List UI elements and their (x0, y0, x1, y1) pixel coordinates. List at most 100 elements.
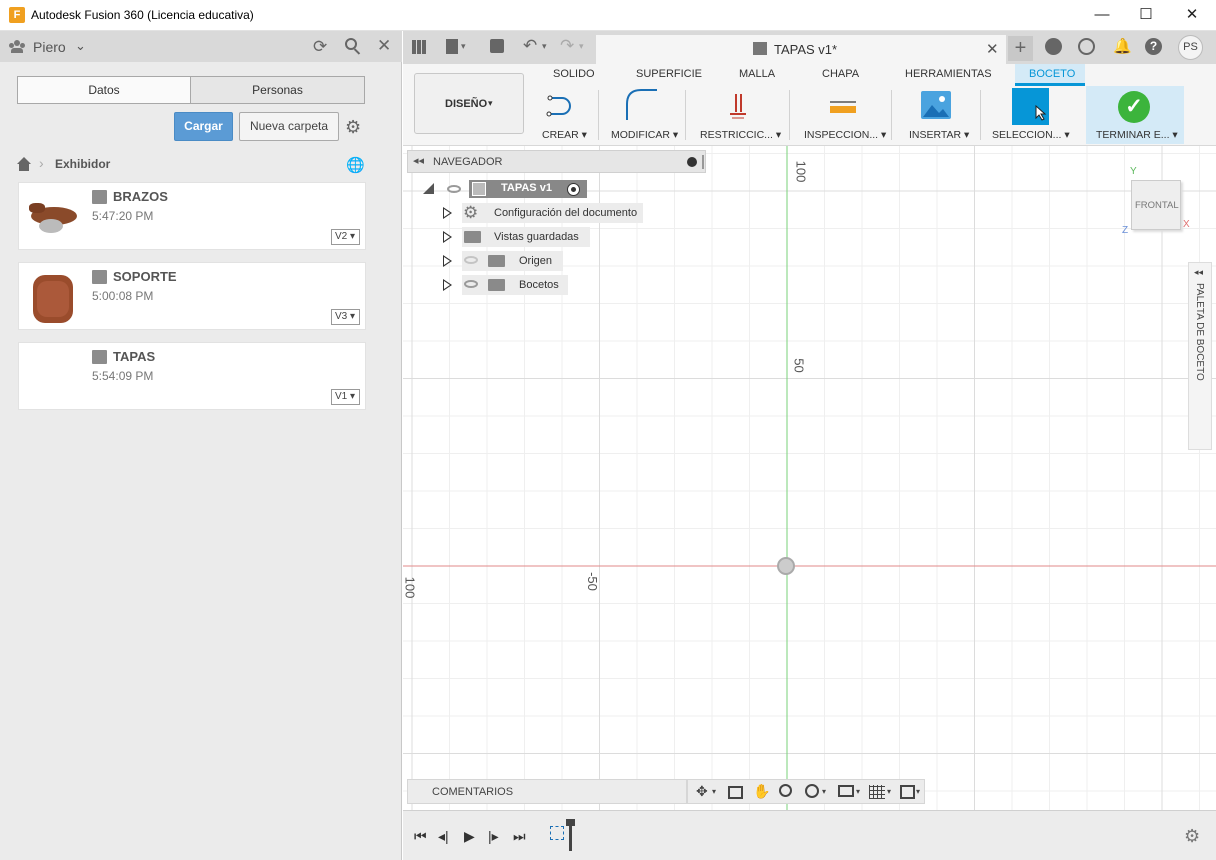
close-tab-icon[interactable]: ✕ (986, 40, 999, 58)
ribbon-tab-boceto[interactable]: BOCETO (1015, 64, 1085, 86)
ribbon-tab-malla[interactable]: MALLA (739, 68, 775, 80)
expand-triangle-icon[interactable] (443, 207, 452, 219)
chevron-down-icon[interactable]: ▾ (579, 41, 584, 52)
activate-component-icon[interactable] (567, 183, 580, 196)
new-folder-button[interactable]: Nueva carpeta (239, 112, 339, 141)
group-inspect[interactable]: INSPECCION... ▾ (804, 129, 886, 141)
ribbon-tab-solido[interactable]: SOLIDO (553, 68, 595, 80)
pan-hand-icon[interactable]: ✋ (753, 783, 770, 800)
job-status-clock-icon[interactable] (1078, 38, 1095, 55)
grid-snap-icon[interactable] (869, 785, 885, 799)
insert-image-icon[interactable] (921, 91, 951, 119)
navigator-minimize-icon[interactable] (687, 157, 697, 167)
ribbon-tab-herramientas[interactable]: HERRAMIENTAS (905, 68, 992, 80)
file-version-dropdown[interactable]: V2 ▾ (331, 229, 360, 245)
collapse-triangle-icon[interactable] (423, 183, 434, 194)
sketch-palette-collapsed[interactable]: ◂◂ PALETA DE BOCETO (1188, 262, 1212, 450)
maximize-button[interactable]: ☐ (1126, 4, 1166, 26)
design-canvas[interactable]: 100 50 -50 100 ◂◂ NAVEGADOR TAPAS v1 ⚙ C… (403, 146, 1216, 810)
undo-icon[interactable]: ↶ (523, 36, 537, 56)
navigator-header[interactable]: ◂◂ NAVEGADOR (407, 150, 706, 173)
extensions-icon[interactable] (1045, 38, 1062, 55)
chevron-down-icon[interactable]: ▾ (916, 787, 920, 796)
chevron-down-icon[interactable]: ▾ (822, 787, 826, 796)
breadcrumb-folder[interactable]: Exhibidor (55, 157, 110, 171)
file-version-dropdown[interactable]: V1 ▾ (331, 389, 360, 405)
new-tab-plus-icon[interactable]: + (1008, 36, 1033, 61)
timeline-settings-gear-icon[interactable]: ⚙ (1184, 826, 1200, 847)
viewports-icon[interactable] (900, 785, 915, 799)
display-settings-icon[interactable] (838, 785, 854, 797)
expand-palette-icon[interactable]: ◂◂ (1194, 267, 1203, 278)
look-at-icon[interactable] (728, 786, 743, 799)
chevron-down-icon[interactable]: ▾ (461, 41, 466, 52)
comments-panel[interactable]: COMENTARIOS (407, 779, 687, 804)
globe-icon[interactable]: 🌐 (346, 156, 365, 174)
create-line-icon[interactable] (546, 94, 578, 118)
team-user-name[interactable]: Piero (33, 39, 66, 55)
chevron-down-icon[interactable]: ▾ (887, 787, 891, 796)
chevron-down-icon[interactable]: ⌄ (75, 38, 86, 54)
ribbon-tab-chapa[interactable]: CHAPA (822, 68, 859, 80)
chevron-down-icon[interactable]: ▾ (712, 787, 716, 796)
tab-personas[interactable]: Personas (190, 76, 365, 104)
sketch-origin-point[interactable] (777, 557, 795, 575)
team-icon[interactable] (9, 40, 25, 53)
search-icon[interactable] (345, 38, 362, 55)
expand-triangle-icon[interactable] (443, 231, 452, 243)
apps-grid-icon[interactable] (412, 40, 426, 54)
visibility-eye-icon[interactable] (464, 280, 478, 288)
expand-triangle-icon[interactable] (443, 279, 452, 291)
step-forward-icon[interactable]: |▸ (488, 828, 499, 845)
navigator-resize-handle[interactable] (702, 155, 704, 169)
user-avatar[interactable]: PS (1178, 35, 1203, 60)
finish-sketch-button[interactable]: ✓ TERMINAR E... ▾ (1086, 86, 1184, 144)
home-icon[interactable] (17, 157, 31, 171)
group-create[interactable]: CREAR ▾ (542, 129, 587, 141)
group-constraints[interactable]: RESTRICCIC... ▾ (700, 129, 781, 141)
minimize-button[interactable]: — (1082, 4, 1122, 26)
play-icon[interactable]: ▶ (464, 828, 475, 845)
workspace-dropdown[interactable]: DISEÑO ▾ (414, 73, 524, 134)
navigator-item-saved-views[interactable]: Vistas guardadas (443, 227, 643, 247)
refresh-icon[interactable]: ⟳ (313, 37, 327, 57)
close-window-button[interactable]: ✕ (1172, 4, 1212, 26)
group-insert[interactable]: INSERTAR ▾ (909, 129, 969, 141)
viewcube[interactable]: FRONTAL Y X Z (1116, 166, 1196, 238)
chevron-down-icon[interactable]: ▾ (542, 41, 547, 52)
file-version-dropdown[interactable]: V3 ▾ (331, 309, 360, 325)
sketch-feature-icon[interactable] (550, 826, 564, 840)
visibility-eye-icon[interactable] (447, 185, 461, 193)
save-icon[interactable] (490, 39, 504, 53)
redo-icon[interactable]: ↷ (560, 36, 574, 56)
file-card-tapas[interactable]: TAPAS 5:54:09 PM V1 ▾ (18, 342, 366, 410)
go-to-start-icon[interactable]: ⏮ (414, 828, 427, 845)
fit-icon[interactable] (805, 784, 819, 798)
navigator-item-config[interactable]: ⚙ Configuración del documento (443, 203, 644, 223)
timeline-marker[interactable] (566, 819, 575, 851)
navigator-item-origin[interactable]: Origen (443, 251, 643, 271)
step-back-icon[interactable]: ◂| (438, 828, 449, 845)
upload-button[interactable]: Cargar (174, 112, 233, 141)
expand-triangle-icon[interactable] (443, 255, 452, 267)
file-menu-icon[interactable] (446, 39, 458, 54)
orbit-icon[interactable]: ✥ (696, 783, 708, 800)
go-to-end-icon[interactable]: ⏭ (513, 828, 526, 845)
close-panel-icon[interactable]: ✕ (377, 36, 391, 56)
group-modify[interactable]: MODIFICAR ▾ (611, 129, 678, 141)
measure-ruler-icon[interactable] (828, 98, 858, 114)
fillet-icon[interactable] (625, 88, 659, 122)
chevron-down-icon[interactable]: ▾ (856, 787, 860, 796)
document-tab[interactable]: TAPAS v1* ✕ (596, 35, 1006, 64)
navigator-root-row[interactable]: TAPAS v1 (423, 179, 633, 199)
zoom-icon[interactable] (779, 784, 792, 797)
settings-gear-icon[interactable]: ⚙ (345, 117, 361, 138)
notifications-bell-icon[interactable]: 🔔 (1113, 37, 1132, 55)
viewcube-face[interactable]: FRONTAL (1131, 180, 1181, 230)
file-card-soporte[interactable]: SOPORTE 5:00:08 PM V3 ▾ (18, 262, 366, 330)
hidden-eye-icon[interactable] (464, 256, 478, 264)
collapse-navigator-icon[interactable]: ◂◂ (413, 154, 424, 167)
help-question-icon[interactable]: ? (1145, 38, 1162, 55)
navigator-item-sketches[interactable]: Bocetos (443, 275, 643, 295)
file-card-brazos[interactable]: BRAZOS 5:47:20 PM V2 ▾ (18, 182, 366, 250)
